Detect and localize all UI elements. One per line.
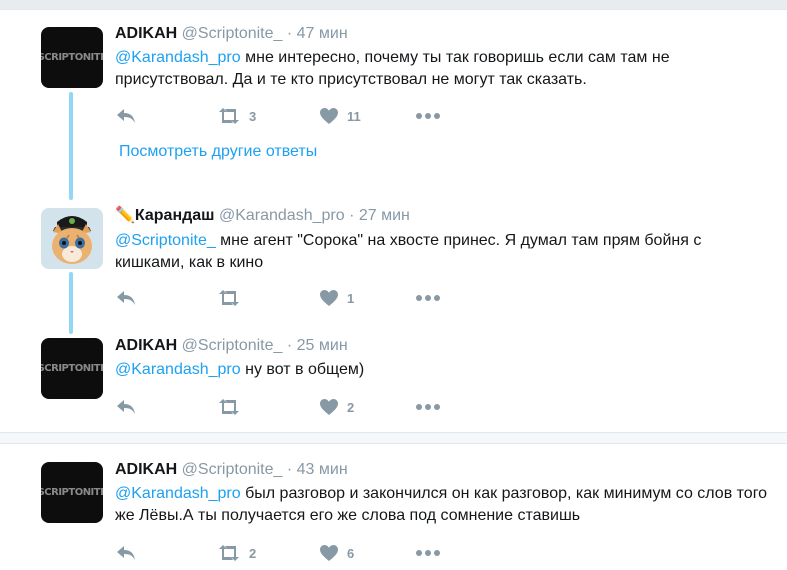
tweet-actions: 1 xyxy=(115,286,475,310)
tweet-header: ADIKAH @Scriptonite_ · 25 мин xyxy=(115,337,348,355)
retweet-button[interactable] xyxy=(217,286,249,310)
tweet-text: @Karandash_pro был разговор и закончился… xyxy=(115,483,775,527)
more-button[interactable] xyxy=(416,286,440,310)
like-button[interactable]: 11 xyxy=(319,104,361,128)
tweet-actions: 2 xyxy=(115,395,475,419)
tweet-actions: 3 11 xyxy=(115,104,475,128)
tweet-time[interactable]: · 27 мин xyxy=(349,207,410,224)
tweet: SCRIPTONITE ADIKAH @Scriptonite_ · 25 ми… xyxy=(0,337,787,427)
tweet: ✏️Карандаш @Karandash_pro · 27 мин @Scri… xyxy=(0,205,787,315)
mention-link[interactable]: @Karandash_pro xyxy=(115,361,241,378)
like-count: 2 xyxy=(347,399,355,415)
reply-button[interactable] xyxy=(115,541,137,565)
more-button[interactable] xyxy=(416,541,440,565)
avatar[interactable] xyxy=(41,208,103,269)
heart-icon xyxy=(320,399,338,415)
more-icon xyxy=(416,295,440,301)
author-name[interactable]: ✏️Карандаш xyxy=(115,207,215,224)
tweet-actions: 2 6 xyxy=(115,541,475,565)
reply-button[interactable] xyxy=(115,104,137,128)
avatar-logo-text: SCRIPTONITE xyxy=(41,487,103,498)
retweet-button[interactable]: 3 xyxy=(217,104,256,128)
avatar[interactable]: SCRIPTONITE xyxy=(41,27,103,88)
more-icon xyxy=(416,550,440,556)
author-handle[interactable]: @Scriptonite_ xyxy=(182,25,283,42)
mention-link[interactable]: @Karandash_pro xyxy=(115,49,241,66)
like-count: 6 xyxy=(347,545,355,561)
tweet-time[interactable]: · 25 мин xyxy=(287,337,348,354)
retweet-icon xyxy=(219,545,239,561)
author-handle[interactable]: @Scriptonite_ xyxy=(182,461,283,478)
tweet-header: ADIKAH @Scriptonite_ · 47 мин xyxy=(115,25,348,43)
heart-icon xyxy=(320,108,338,124)
tweet: SCRIPTONITE ADIKAH @Scriptonite_ · 43 ми… xyxy=(0,461,787,566)
author-name[interactable]: ADIKAH xyxy=(115,337,177,354)
reply-icon xyxy=(117,291,135,305)
like-count: 1 xyxy=(347,290,355,306)
like-button[interactable]: 6 xyxy=(319,541,354,565)
reply-button[interactable] xyxy=(115,286,137,310)
author-name[interactable]: ADIKAH xyxy=(115,461,177,478)
more-button[interactable] xyxy=(416,395,440,419)
mention-link[interactable]: @Karandash_pro xyxy=(115,485,241,502)
avatar[interactable]: SCRIPTONITE xyxy=(41,462,103,523)
tweet-header: ADIKAH @Scriptonite_ · 43 мин xyxy=(115,461,348,479)
reply-button[interactable] xyxy=(115,395,137,419)
tweet-time[interactable]: · 43 мин xyxy=(287,461,348,478)
avatar-logo-text: SCRIPTONITE xyxy=(41,363,103,374)
avatar-logo-text: SCRIPTONITE xyxy=(41,52,103,63)
retweet-icon xyxy=(219,290,239,306)
like-count: 11 xyxy=(347,108,361,124)
tweet-text: @Scriptonite_ мне агент "Сорока" на хвос… xyxy=(115,230,775,274)
retweet-icon xyxy=(219,108,239,124)
reply-icon xyxy=(117,109,135,123)
cat-avatar-image xyxy=(41,208,103,269)
reply-icon xyxy=(117,546,135,560)
retweet-count: 3 xyxy=(249,108,257,124)
tweet-time[interactable]: · 47 мин xyxy=(287,25,348,42)
like-button[interactable]: 2 xyxy=(319,395,354,419)
heart-icon xyxy=(320,545,338,561)
author-handle[interactable]: @Karandash_pro xyxy=(219,207,345,224)
conversation-separator xyxy=(0,432,787,444)
tweet-header: ✏️Карандаш @Karandash_pro · 27 мин xyxy=(115,205,410,225)
retweet-count: 2 xyxy=(249,545,257,561)
more-icon xyxy=(416,404,440,410)
tweet: SCRIPTONITE ADIKAH @Scriptonite_ · 47 ми… xyxy=(0,25,787,135)
tweet-text: @Karandash_pro мне интересно, почему ты … xyxy=(115,47,775,91)
like-button[interactable]: 1 xyxy=(319,286,354,310)
top-separator xyxy=(0,0,787,10)
author-name[interactable]: ADIKAH xyxy=(115,25,177,42)
heart-icon xyxy=(320,290,338,306)
tweet-text: @Karandash_pro ну вот в общем) xyxy=(115,359,775,381)
mention-link[interactable]: @Scriptonite_ xyxy=(115,232,216,249)
more-replies-link[interactable]: Посмотреть другие ответы xyxy=(119,143,317,161)
tweet-body: ну вот в общем) xyxy=(240,361,365,378)
more-icon xyxy=(416,113,440,119)
retweet-button[interactable] xyxy=(217,395,249,419)
more-button[interactable] xyxy=(416,104,440,128)
avatar[interactable]: SCRIPTONITE xyxy=(41,338,103,399)
retweet-icon xyxy=(219,399,239,415)
retweet-button[interactable]: 2 xyxy=(217,541,256,565)
author-handle[interactable]: @Scriptonite_ xyxy=(182,337,283,354)
reply-icon xyxy=(117,400,135,414)
